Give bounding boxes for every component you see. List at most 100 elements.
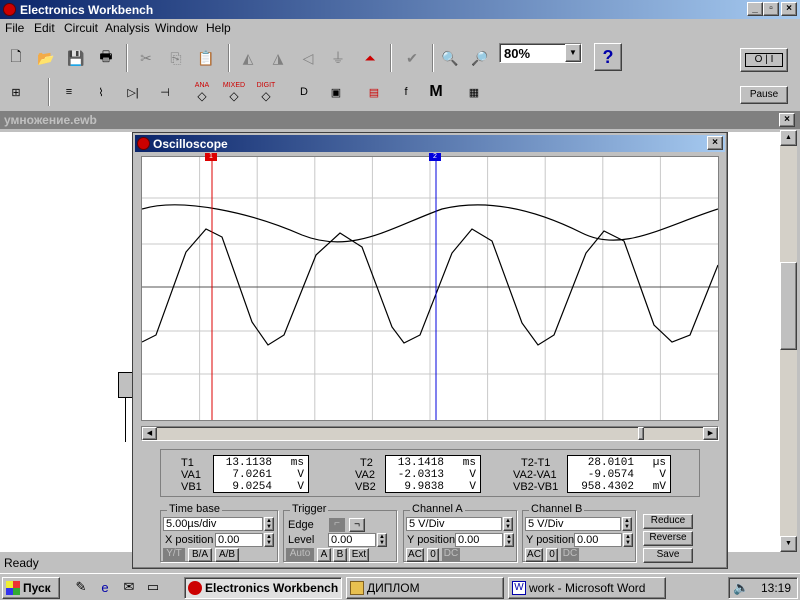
xpos-label: X position: [165, 534, 214, 546]
va1-unit: V: [297, 469, 304, 481]
maximize-button[interactable]: ▫: [763, 2, 779, 16]
oscilloscope-scroll-thumb[interactable]: [638, 427, 644, 440]
diode-icon[interactable]: ▷|: [119, 78, 147, 106]
t1-label: T1: [181, 457, 194, 469]
zoom-in-icon[interactable]: 🔎: [466, 44, 494, 72]
scroll-left-icon[interactable]: ◀: [142, 427, 157, 440]
digital-icon[interactable]: ▣: [322, 78, 350, 106]
channel-b-ypos-spinner-icon[interactable]: ▲ ▼: [623, 533, 633, 547]
scroll-right-icon[interactable]: ▶: [703, 427, 718, 440]
scroll-thumb[interactable]: [780, 262, 797, 350]
analog-ics-button[interactable]: ANA ◇: [188, 78, 216, 106]
document-title-bar: умножение.ewb ×: [0, 111, 800, 129]
sources-icon[interactable]: ⊞: [2, 78, 30, 106]
va2-unit: V: [469, 469, 476, 481]
scroll-up-icon[interactable]: ▲: [780, 130, 797, 146]
document-close-button[interactable]: ×: [779, 113, 795, 127]
flip-vertical-icon[interactable]: ◁: [294, 44, 322, 72]
xpos-field[interactable]: 0.00: [215, 533, 263, 547]
vb1-label: VB1: [181, 481, 202, 493]
controls-icon[interactable]: f: [392, 78, 420, 106]
power-switch[interactable]: O | I: [740, 48, 788, 72]
digital-ics-label: DIGIT: [256, 81, 276, 89]
channel-b-ypos-field[interactable]: 0.00: [574, 533, 622, 547]
start-button[interactable]: Пуск: [2, 577, 60, 599]
instruments-icon[interactable]: ▦: [460, 78, 488, 106]
create-subcircuit-icon[interactable]: ⏶: [356, 44, 384, 72]
task-diplom-folder[interactable]: ДИПЛОМ: [346, 577, 504, 599]
menu-circuit[interactable]: Circuit: [64, 21, 98, 35]
task-electronics-workbench[interactable]: Electronics Workbench: [184, 577, 342, 599]
channel-a-scale-field[interactable]: 5 V/Div: [406, 517, 502, 531]
oscilloscope-close-button[interactable]: ×: [707, 136, 723, 150]
show-desktop-icon[interactable]: ▭: [142, 574, 164, 600]
workspace-vertical-scrollbar[interactable]: ▲ ▼: [780, 130, 797, 552]
save-icon[interactable]: 💾: [62, 44, 90, 72]
graphs-icon[interactable]: ✔: [398, 44, 426, 72]
task-word[interactable]: W work - Microsoft Word: [508, 577, 666, 599]
volume-icon[interactable]: 🔈: [733, 580, 749, 596]
copy-icon[interactable]: ⎘: [162, 44, 190, 72]
chevron-down-icon[interactable]: ▼: [565, 44, 581, 62]
folder-icon: [350, 581, 364, 595]
transistor-icon[interactable]: ⊣: [151, 78, 179, 106]
falling-edge-icon[interactable]: ¬: [349, 518, 365, 532]
cut-icon[interactable]: ✂: [132, 44, 160, 72]
rotate-icon[interactable]: ◭: [234, 44, 262, 72]
timebase-field[interactable]: 5.00µs/div: [163, 517, 263, 531]
task-label: ДИПЛОМ: [367, 581, 420, 595]
mixed-ics-button[interactable]: MIXED ◇: [220, 78, 248, 106]
reverse-button[interactable]: Reverse: [643, 531, 693, 546]
logic-gates-icon[interactable]: D: [290, 78, 318, 106]
level-spinner-icon[interactable]: ▲ ▼: [377, 533, 387, 547]
menu-window[interactable]: Window: [155, 21, 198, 35]
scroll-down-icon[interactable]: ▼: [780, 536, 797, 552]
help-button[interactable]: ?: [594, 43, 622, 71]
dt-label: T2-T1: [521, 457, 551, 469]
timebase-title: Time base: [167, 503, 222, 515]
xpos-spinner-icon[interactable]: ▲ ▼: [264, 533, 274, 547]
misc-button[interactable]: M: [422, 78, 450, 106]
menu-help[interactable]: Help: [206, 21, 231, 35]
close-button[interactable]: ×: [781, 2, 797, 16]
level-field[interactable]: 0.00: [328, 533, 376, 547]
quicklaunch-tool-icon[interactable]: ✎: [70, 574, 92, 600]
resistor-icon[interactable]: ⌇: [87, 78, 115, 106]
channel-a-ypos-field[interactable]: 0.00: [455, 533, 503, 547]
start-label: Пуск: [23, 581, 51, 595]
trigger-title: Trigger: [290, 503, 329, 515]
channel-b-scale-field[interactable]: 5 V/Div: [525, 517, 621, 531]
print-icon[interactable]: 🖶: [92, 44, 120, 72]
dvb-unit: mV: [652, 481, 666, 493]
oscilloscope-horizontal-scrollbar[interactable]: ◀ ▶: [141, 426, 719, 441]
menu-file[interactable]: File: [5, 21, 24, 35]
dva-unit: V: [659, 469, 666, 481]
menu-analysis[interactable]: Analysis: [105, 21, 150, 35]
task-label: Electronics Workbench: [205, 581, 339, 595]
cursor-2-handle[interactable]: 2: [429, 153, 441, 161]
oscilloscope-window: Oscilloscope × 1 2 ◀ ▶ T1 VA1 VB1 13.113…: [132, 132, 728, 569]
zoom-select[interactable]: 80% ▼: [499, 43, 582, 63]
rising-edge-icon[interactable]: ⌐: [329, 518, 345, 532]
outlook-express-icon[interactable]: ✉: [118, 574, 140, 600]
channel-a-ypos-spinner-icon[interactable]: ▲ ▼: [504, 533, 514, 547]
channel-a-scale-spinner-icon[interactable]: ▲ ▼: [503, 517, 513, 531]
zoom-out-icon[interactable]: 🔍: [436, 44, 464, 72]
flip-horizontal-icon[interactable]: ◮: [264, 44, 292, 72]
new-file-icon[interactable]: 🗋: [2, 44, 30, 72]
component-properties-icon[interactable]: ⏚: [324, 44, 352, 72]
paste-icon[interactable]: 📋: [192, 44, 220, 72]
digital-ics-button[interactable]: DIGIT ◇: [252, 78, 280, 106]
cursor-1-handle[interactable]: 1: [205, 153, 217, 161]
indicators-icon[interactable]: ▤: [360, 78, 388, 106]
timebase-spinner-icon[interactable]: ▲ ▼: [264, 517, 274, 531]
pause-button[interactable]: Pause: [740, 86, 788, 104]
menu-edit[interactable]: Edit: [34, 21, 55, 35]
readout-cursor1: 13.1138 ms 7.0261 V 9.0254 V: [213, 455, 309, 493]
channel-b-scale-spinner-icon[interactable]: ▲ ▼: [622, 517, 632, 531]
reduce-button[interactable]: Reduce: [643, 514, 693, 529]
internet-explorer-icon[interactable]: e: [94, 574, 116, 600]
minimize-button[interactable]: _: [747, 2, 763, 16]
open-folder-icon[interactable]: 📂: [32, 44, 60, 72]
basic-components-icon[interactable]: ≡: [55, 78, 83, 106]
